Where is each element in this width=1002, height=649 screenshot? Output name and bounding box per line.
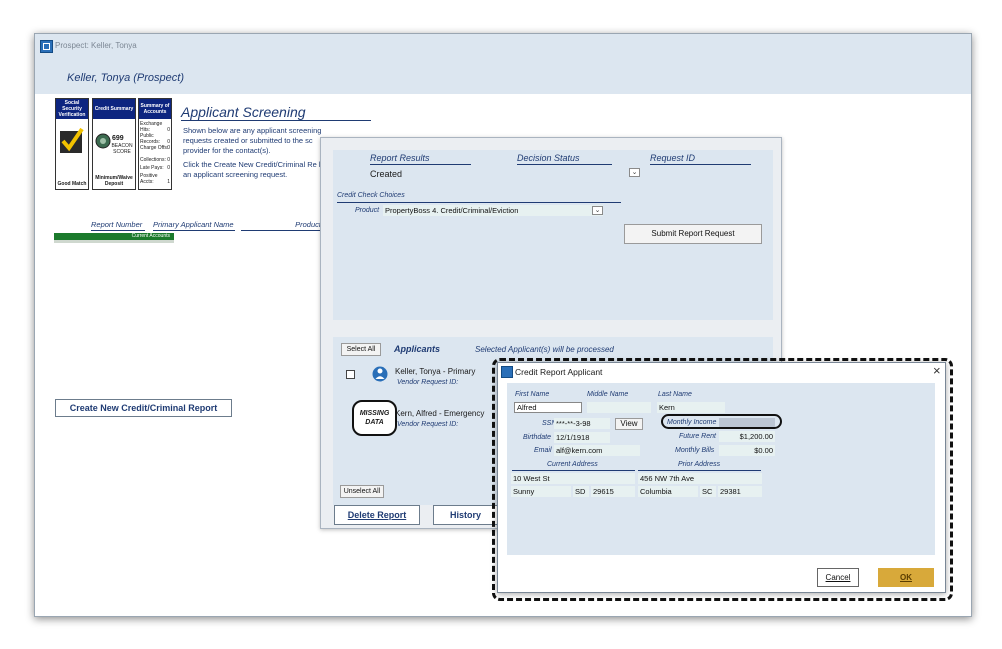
- delete-report-button[interactable]: Delete Report: [334, 505, 420, 525]
- current-state-field[interactable]: SD: [573, 486, 589, 497]
- beacon-score-value: 699: [112, 135, 124, 142]
- account-row: Collections: 0: [140, 157, 170, 163]
- account-row: Charge Offs: 0: [140, 145, 170, 151]
- middle-name-label: Middle Name: [587, 391, 629, 398]
- prior-state-field[interactable]: SC: [700, 486, 716, 497]
- birthdate-label: Birthdate: [523, 434, 552, 441]
- current-zip-field[interactable]: 29615: [591, 486, 635, 497]
- credit-card-footer: Minimum/Waive Deposit: [95, 175, 133, 187]
- current-street-field[interactable]: 10 West St: [511, 473, 635, 484]
- person-icon: [372, 366, 388, 382]
- divider: [512, 470, 635, 471]
- column-product[interactable]: Product: [241, 220, 321, 231]
- middle-name-input[interactable]: [587, 402, 651, 413]
- vendor-request-id: Vendor Request ID:: [397, 379, 459, 386]
- submit-report-request-button[interactable]: Submit Report Request: [624, 224, 762, 244]
- current-accounts-track: [54, 240, 174, 243]
- applicants-title: Applicants: [394, 344, 441, 354]
- report-results-label: Report Results: [370, 153, 471, 165]
- prior-city-field[interactable]: Columbia: [638, 486, 698, 497]
- ssn-field[interactable]: ***-**-3-98: [554, 418, 610, 429]
- divider: [638, 470, 761, 471]
- monthly-bills-label: Monthly Bills: [675, 447, 715, 454]
- account-row: Public Records: 0: [140, 133, 170, 145]
- ok-button[interactable]: OK: [878, 568, 934, 587]
- dialog-title: Credit Report Applicant: [515, 367, 603, 377]
- prospect-name: Keller, Tonya (Prospect): [67, 72, 184, 84]
- applicant-form-panel: First Name Middle Name Last Name Alfred …: [507, 383, 935, 555]
- email-field[interactable]: alf@kern.com: [554, 445, 640, 456]
- window-title: Prospect: Keller, Tonya: [55, 41, 137, 50]
- credit-card-header: Credit Summary: [93, 99, 135, 119]
- beacon-score-label: BEACON SCORE: [111, 143, 133, 155]
- app-icon: [40, 40, 53, 53]
- applicants-note: Selected Applicant(s) will be processed: [475, 345, 614, 354]
- close-icon[interactable]: ×: [933, 363, 941, 378]
- chevron-down-icon[interactable]: ⌄: [592, 206, 603, 215]
- chevron-down-icon[interactable]: ⌄: [629, 168, 640, 177]
- ssn-card-header: Social Security Verification: [56, 99, 88, 119]
- ssn-verification-card[interactable]: Social Security Verification Good Match: [55, 98, 89, 190]
- prior-address-label: Prior Address: [678, 461, 721, 468]
- score-gauge-icon: [95, 133, 111, 149]
- view-ssn-button[interactable]: View: [615, 418, 643, 430]
- birthdate-field[interactable]: 12/1/1918: [554, 432, 610, 443]
- account-row: Positive Accts: 1: [140, 173, 170, 185]
- report-results-value: Created: [370, 169, 403, 179]
- dialog-app-icon: [501, 366, 513, 378]
- future-rent-label: Future Rent: [679, 433, 716, 440]
- missing-data-callout: MISSING DATA: [352, 400, 397, 436]
- current-address-label: Current Address: [547, 461, 598, 468]
- last-name-input[interactable]: Kern: [657, 402, 725, 413]
- accounts-card-header: Summary of Accounts: [139, 99, 171, 119]
- monthly-bills-field[interactable]: $0.00: [719, 445, 775, 456]
- current-city-field[interactable]: Sunny: [511, 486, 571, 497]
- credit-summary-card[interactable]: Credit Summary 699 BEACON SCORE Minimum/…: [92, 98, 136, 190]
- screening-description: Shown below are any applicant screening …: [183, 126, 322, 155]
- credit-report-applicant-dialog: Credit Report Applicant × First Name Mid…: [497, 362, 946, 593]
- history-button[interactable]: History: [433, 505, 498, 525]
- column-primary-applicant-name[interactable]: Primary Applicant Name: [153, 220, 235, 231]
- checkmark-icon: [60, 127, 84, 153]
- create-new-report-button[interactable]: Create New Credit/Criminal Report: [55, 399, 232, 417]
- title-bar: Prospect: Keller, Tonya: [35, 34, 971, 58]
- request-id-label: Request ID: [650, 153, 751, 165]
- title-underline: [181, 120, 371, 121]
- summary-of-accounts-card[interactable]: Summary of Accounts Exchange Hits: 0 Publ…: [138, 98, 172, 190]
- future-rent-field[interactable]: $1,200.00: [719, 431, 775, 442]
- unselect-all-button[interactable]: Unselect All: [340, 485, 384, 498]
- account-row: Exchange Hits: 0: [140, 121, 170, 133]
- decision-status-label: Decision Status: [517, 153, 612, 165]
- applicant-name: Kern, Alfred - Emergency: [395, 409, 485, 418]
- screening-instructions: Click the Create New Credit/Criminal Re …: [183, 160, 338, 179]
- report-details-panel: Report Results Decision Status Request I…: [333, 150, 773, 320]
- email-label: Email: [534, 447, 552, 454]
- last-name-label: Last Name: [658, 391, 692, 398]
- first-name-label: First Name: [515, 391, 550, 398]
- monthly-income-field[interactable]: [719, 418, 775, 427]
- divider: [337, 202, 621, 203]
- first-name-input[interactable]: Alfred: [514, 402, 582, 413]
- prior-zip-field[interactable]: 29381: [718, 486, 762, 497]
- product-label: Product: [355, 207, 380, 214]
- credit-check-choices-label: Credit Check Choices: [337, 192, 405, 199]
- account-row: Late Pays: 0: [140, 165, 170, 171]
- applicant-name: Keller, Tonya - Primary: [395, 367, 476, 376]
- current-accounts-bar: Current Accounts: [54, 233, 174, 240]
- ssn-card-footer: Good Match: [57, 181, 87, 187]
- monthly-income-label: Monthly Income: [667, 419, 717, 426]
- vendor-request-id: Vendor Request ID:: [397, 421, 459, 428]
- product-select[interactable]: PropertyBoss 4. Credit/Criminal/Eviction: [383, 205, 603, 216]
- applicant-checkbox[interactable]: [346, 370, 355, 379]
- select-all-button[interactable]: Select All: [341, 343, 381, 356]
- applicant-screening-title: Applicant Screening: [181, 104, 306, 120]
- prior-street-field[interactable]: 456 NW 7th Ave: [638, 473, 762, 484]
- column-report-number[interactable]: Report Number: [91, 220, 145, 231]
- cancel-button[interactable]: Cancel: [817, 568, 859, 587]
